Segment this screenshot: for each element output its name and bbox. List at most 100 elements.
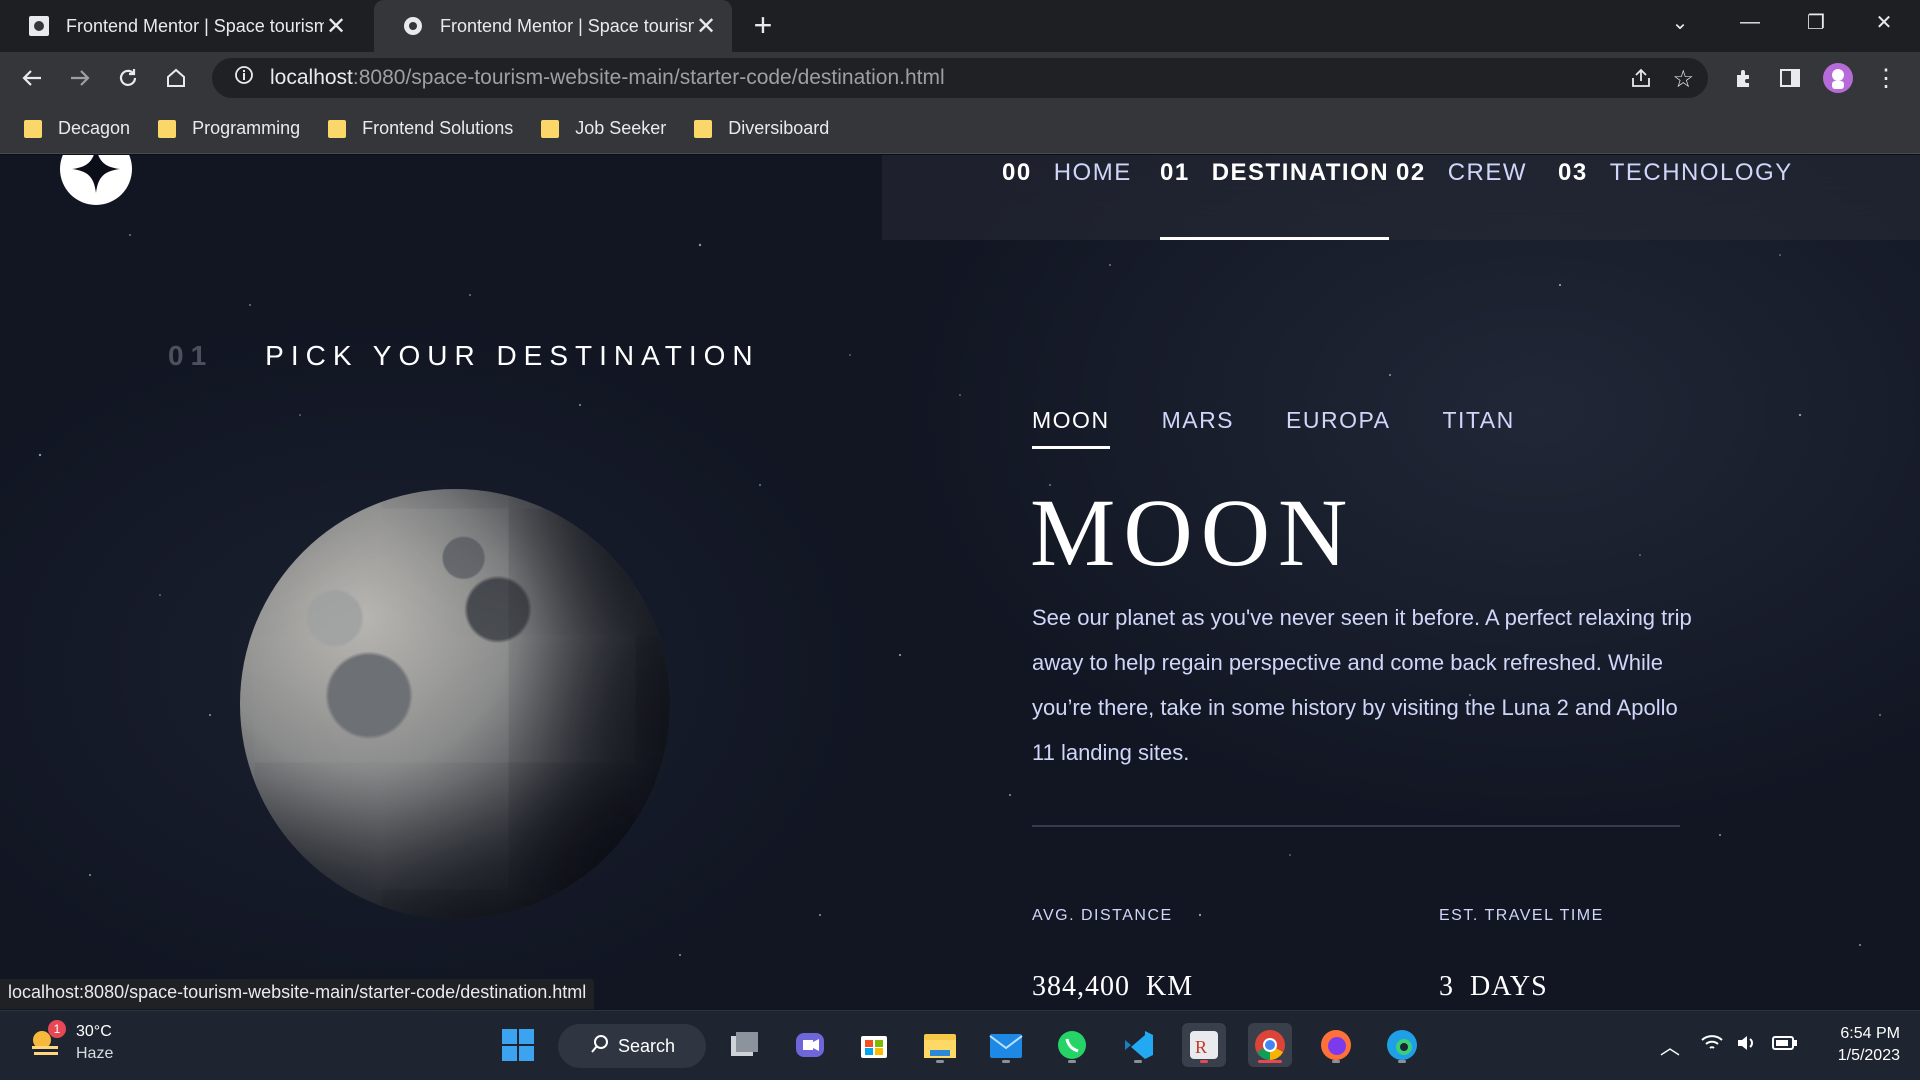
folder-icon bbox=[541, 119, 560, 138]
wifi-icon[interactable] bbox=[1700, 1033, 1724, 1058]
browser-tab-active[interactable]: Frontend Mentor | Space tourism website … bbox=[374, 0, 732, 52]
bookmark-folder[interactable]: Job Seeker bbox=[541, 118, 666, 139]
folder-icon bbox=[328, 119, 347, 138]
browser-toolbar: localhost:8080/space-tourism-website-mai… bbox=[0, 52, 1920, 104]
file-explorer-icon[interactable] bbox=[918, 1023, 962, 1067]
bookmark-star-icon[interactable]: ☆ bbox=[1672, 65, 1694, 94]
back-icon[interactable] bbox=[16, 62, 48, 94]
folder-icon bbox=[694, 119, 713, 138]
running-indicator bbox=[1398, 1060, 1406, 1063]
weather-desc: Haze bbox=[76, 1045, 114, 1062]
volume-icon[interactable] bbox=[1736, 1033, 1758, 1058]
search-icon bbox=[590, 1034, 610, 1059]
home-icon[interactable] bbox=[160, 62, 192, 94]
travel-time-label: EST. TRAVEL TIME bbox=[1439, 907, 1604, 924]
close-window-icon[interactable]: ✕ bbox=[1854, 0, 1914, 44]
page-favicon-icon bbox=[28, 15, 50, 37]
taskbar-search[interactable]: Search bbox=[558, 1024, 706, 1068]
windows-start-icon[interactable] bbox=[496, 1023, 540, 1067]
url-host: localhost bbox=[270, 66, 353, 89]
nav-home[interactable]: 00 HOME bbox=[1002, 155, 1132, 240]
nav-label: HOME bbox=[1053, 159, 1132, 186]
bookmark-folder[interactable]: Diversiboard bbox=[694, 118, 829, 139]
teams-chat-icon[interactable] bbox=[788, 1023, 832, 1067]
nav-label: DESTINATION bbox=[1211, 159, 1390, 186]
profile-avatar[interactable] bbox=[1822, 62, 1854, 94]
bookmarks-bar: Decagon Programming Frontend Solutions J… bbox=[0, 104, 1920, 154]
status-url-bar: localhost:8080/space-tourism-website-mai… bbox=[0, 979, 595, 1009]
running-indicator bbox=[1258, 1060, 1282, 1063]
bookmark-label: Diversiboard bbox=[728, 118, 830, 138]
bookmark-label: Job Seeker bbox=[575, 118, 667, 138]
app-icon[interactable]: R bbox=[1182, 1023, 1226, 1067]
bookmark-folder[interactable]: Frontend Solutions bbox=[328, 118, 513, 139]
vscode-icon[interactable] bbox=[1116, 1023, 1160, 1067]
weather-widget[interactable]: 1 30°C Haze bbox=[28, 1020, 114, 1065]
task-view-icon[interactable] bbox=[722, 1023, 766, 1067]
clock-time: 6:54 PM bbox=[1840, 1025, 1900, 1042]
heading-text: PICK YOUR DESTINATION bbox=[265, 340, 760, 371]
edge-icon[interactable] bbox=[1380, 1023, 1424, 1067]
nav-crew[interactable]: 02 CREW bbox=[1396, 155, 1527, 240]
forward-icon[interactable] bbox=[64, 62, 96, 94]
new-tab-button[interactable]: + bbox=[748, 9, 778, 41]
tab-mars[interactable]: MARS bbox=[1162, 407, 1234, 449]
whatsapp-icon[interactable] bbox=[1050, 1023, 1094, 1067]
nav-number: 03 bbox=[1558, 159, 1588, 186]
chrome-icon[interactable] bbox=[1248, 1023, 1292, 1067]
bookmark-label: Decagon bbox=[58, 118, 131, 138]
clock[interactable]: 6:54 PM 1/5/2023 bbox=[1838, 1023, 1900, 1067]
notification-badge: 1 bbox=[48, 1020, 66, 1038]
nav-number: 02 bbox=[1396, 159, 1426, 186]
main-nav: 00 HOME 01 DESTINATION 02 CREW 03 TECHNO… bbox=[882, 155, 1920, 240]
weather-haze-icon: 1 bbox=[28, 1020, 66, 1060]
tab-search-chevron-icon[interactable]: ⌄ bbox=[1650, 0, 1710, 44]
side-panel-icon[interactable] bbox=[1774, 62, 1806, 94]
mail-icon[interactable] bbox=[984, 1023, 1028, 1067]
running-indicator bbox=[1002, 1060, 1010, 1063]
tab-title: Frontend Mentor | Space tourism website bbox=[440, 15, 694, 36]
tab-moon[interactable]: MOON bbox=[1032, 407, 1110, 449]
close-tab-icon[interactable]: ✕ bbox=[694, 12, 718, 41]
site-info-icon[interactable] bbox=[234, 65, 254, 91]
page-heading: 01 PICK YOUR DESTINATION bbox=[168, 340, 760, 372]
running-indicator bbox=[1134, 1060, 1142, 1063]
bookmark-folder[interactable]: Programming bbox=[158, 118, 300, 139]
destination-tabs: MOON MARS EUROPA TITAN bbox=[1032, 407, 1567, 449]
running-indicator bbox=[936, 1060, 944, 1063]
bookmark-label: Frontend Solutions bbox=[362, 118, 514, 138]
distance-value: 384,400 KM bbox=[1032, 971, 1194, 1002]
svg-text:R: R bbox=[1195, 1037, 1207, 1057]
minimize-icon[interactable]: — bbox=[1720, 0, 1780, 44]
url-path: :8080/space-tourism-website-main/starter… bbox=[352, 66, 945, 89]
page-favicon-icon bbox=[402, 15, 424, 37]
microsoft-store-icon[interactable] bbox=[852, 1023, 896, 1067]
nav-number: 00 bbox=[1002, 159, 1032, 186]
battery-icon[interactable] bbox=[1772, 1035, 1798, 1056]
extensions-icon[interactable] bbox=[1728, 62, 1760, 94]
running-indicator bbox=[1200, 1060, 1208, 1063]
nav-destination[interactable]: 01 DESTINATION bbox=[1160, 155, 1390, 240]
address-bar[interactable]: localhost:8080/space-tourism-website-mai… bbox=[212, 58, 1708, 98]
browser-tab-strip: Frontend Mentor | Space tourism website … bbox=[0, 0, 1920, 52]
folder-icon bbox=[24, 119, 42, 138]
tab-europa[interactable]: EUROPA bbox=[1286, 407, 1390, 449]
running-indicator bbox=[1068, 1060, 1076, 1063]
weather-temp: 30°C bbox=[76, 1023, 112, 1040]
share-icon[interactable] bbox=[1630, 67, 1652, 95]
firefox-icon[interactable] bbox=[1314, 1023, 1358, 1067]
running-indicator bbox=[1332, 1060, 1340, 1063]
close-tab-icon[interactable]: ✕ bbox=[324, 12, 348, 41]
tray-chevron-icon[interactable]: ︿ bbox=[1660, 1031, 1680, 1060]
menu-kebab-icon[interactable]: ⋮ bbox=[1870, 62, 1902, 94]
restore-icon[interactable]: ❐ bbox=[1786, 0, 1846, 44]
nav-label: TECHNOLOGY bbox=[1609, 159, 1793, 186]
tab-titan[interactable]: TITAN bbox=[1442, 407, 1514, 449]
destination-name: MOON bbox=[1030, 479, 1356, 586]
bookmark-folder[interactable]: Decagon bbox=[24, 118, 130, 139]
nav-technology[interactable]: 03 TECHNOLOGY bbox=[1558, 155, 1793, 240]
reload-icon[interactable] bbox=[112, 62, 144, 94]
browser-tab[interactable]: Frontend Mentor | Space tourism website … bbox=[0, 0, 362, 52]
nav-number: 01 bbox=[1160, 159, 1190, 186]
heading-number: 01 bbox=[168, 340, 214, 371]
